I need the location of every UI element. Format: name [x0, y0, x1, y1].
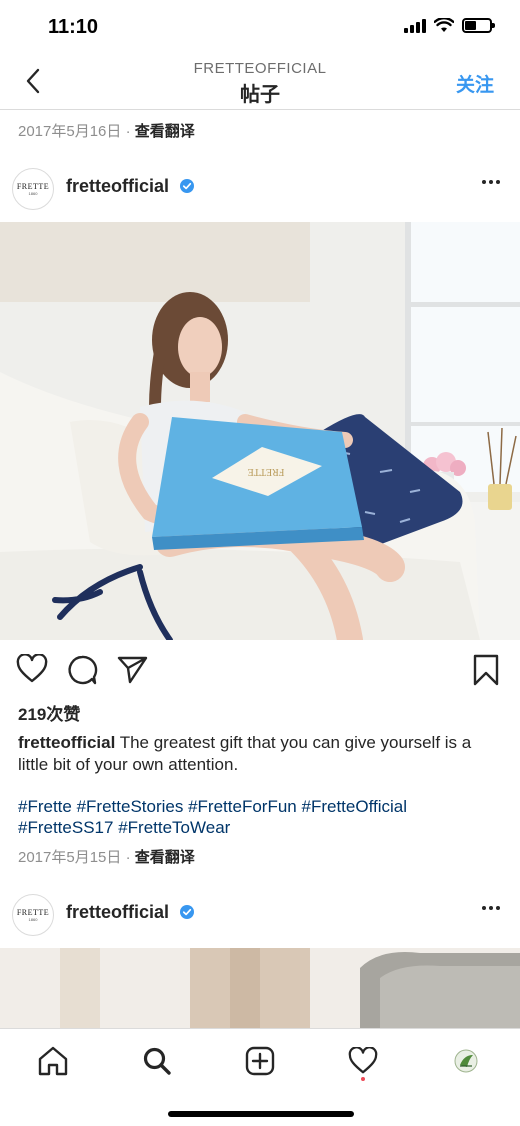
top-navigation-bar: FRETTEOFFICIAL 帖子 关注	[0, 54, 520, 110]
avatar[interactable]: FRETTE 1860	[12, 894, 54, 936]
username-text: fretteofficial	[66, 176, 170, 196]
avatar-logo-year: 1860	[28, 917, 38, 922]
avatar-logo-year: 1860	[28, 191, 38, 196]
send-icon	[117, 656, 148, 684]
username-text: fretteofficial	[66, 902, 170, 922]
search-icon	[143, 1047, 171, 1075]
next-post-photo-illustration	[0, 948, 520, 1028]
cellular-signal-icon	[404, 18, 426, 33]
avatar-logo-text: FRETTE	[16, 908, 50, 917]
see-translation-link[interactable]: 查看翻译	[135, 123, 195, 140]
verified-badge-icon	[180, 904, 195, 919]
meta-separator: ·	[121, 849, 135, 866]
post-date: 2017年5月15日	[18, 849, 122, 866]
wifi-icon	[434, 18, 454, 32]
next-post-photo[interactable]	[0, 948, 520, 1028]
save-button[interactable]	[472, 654, 500, 691]
tab-add-post[interactable]	[240, 1041, 280, 1081]
account-name-label: FRETTEOFFICIAL	[193, 60, 327, 77]
hashtag-link[interactable]: #FretteSS17	[18, 818, 113, 837]
add-post-icon	[245, 1046, 275, 1076]
previous-post-meta: 2017年5月16日 · 查看翻译	[18, 120, 195, 141]
gift-box-logo: FRETTE	[248, 466, 285, 477]
see-translation-link[interactable]: 查看翻译	[135, 849, 195, 866]
more-dot	[489, 180, 493, 184]
tab-profile[interactable]	[446, 1041, 486, 1081]
battery-icon	[462, 18, 495, 33]
post-photo[interactable]: FRETTE	[0, 222, 520, 640]
more-options-button[interactable]	[482, 906, 500, 910]
hashtag-link[interactable]: #FretteToWear	[118, 818, 230, 837]
more-dot	[482, 906, 486, 910]
post-meta: 2017年5月15日 · 查看翻译	[18, 846, 195, 867]
bookmark-icon	[473, 654, 499, 686]
more-dot	[482, 180, 486, 184]
nav-title-group: FRETTEOFFICIAL 帖子	[0, 60, 520, 107]
post-photo-illustration: FRETTE	[0, 222, 520, 640]
status-time: 11:10	[48, 16, 99, 38]
avatar-logo-text: FRETTE	[16, 182, 50, 191]
like-button[interactable]	[16, 653, 48, 689]
more-options-button[interactable]	[482, 180, 500, 184]
status-icons	[404, 18, 495, 33]
more-dot	[496, 180, 500, 184]
post-action-bar	[0, 650, 520, 690]
comment-icon	[68, 655, 98, 685]
more-dot	[496, 906, 500, 910]
notification-dot	[361, 1077, 365, 1081]
share-button[interactable]	[116, 654, 148, 689]
tab-search[interactable]	[137, 1041, 177, 1081]
post-header: FRETTE 1860 fretteofficial	[0, 154, 520, 224]
comment-button[interactable]	[66, 654, 98, 691]
post-username[interactable]: fretteofficial	[66, 176, 195, 197]
heart-icon	[348, 1047, 378, 1074]
profile-avatar-icon	[454, 1049, 478, 1073]
caption-username[interactable]: fretteofficial	[18, 733, 115, 752]
hashtag-link[interactable]: #Frette	[18, 797, 72, 816]
next-post-header: FRETTE 1860 fretteofficial	[0, 880, 520, 950]
heart-icon	[16, 653, 48, 683]
hashtag-link[interactable]: #FretteOfficial	[301, 797, 407, 816]
post-caption: fretteofficial The greatest gift that yo…	[18, 732, 504, 776]
tab-home[interactable]	[33, 1041, 73, 1081]
post-username[interactable]: fretteofficial	[66, 902, 195, 923]
hashtag-list: #Frette #FretteStories #FretteForFun #Fr…	[18, 796, 504, 838]
status-bar: 11:10	[0, 0, 520, 54]
like-count[interactable]: 219次赞	[18, 700, 80, 725]
hashtag-link[interactable]: #FretteStories	[77, 797, 184, 816]
page-title: 帖子	[240, 84, 280, 106]
tab-activity[interactable]	[343, 1041, 383, 1081]
avatar[interactable]: FRETTE 1860	[12, 168, 54, 210]
follow-button[interactable]: 关注	[456, 70, 494, 97]
verified-badge-icon	[180, 178, 195, 193]
hashtag-link[interactable]: #FretteForFun	[188, 797, 297, 816]
home-indicator[interactable]	[168, 1111, 354, 1117]
post-date: 2017年5月16日	[18, 123, 122, 140]
meta-separator: ·	[121, 123, 135, 140]
home-icon	[38, 1046, 68, 1076]
more-dot	[489, 906, 493, 910]
